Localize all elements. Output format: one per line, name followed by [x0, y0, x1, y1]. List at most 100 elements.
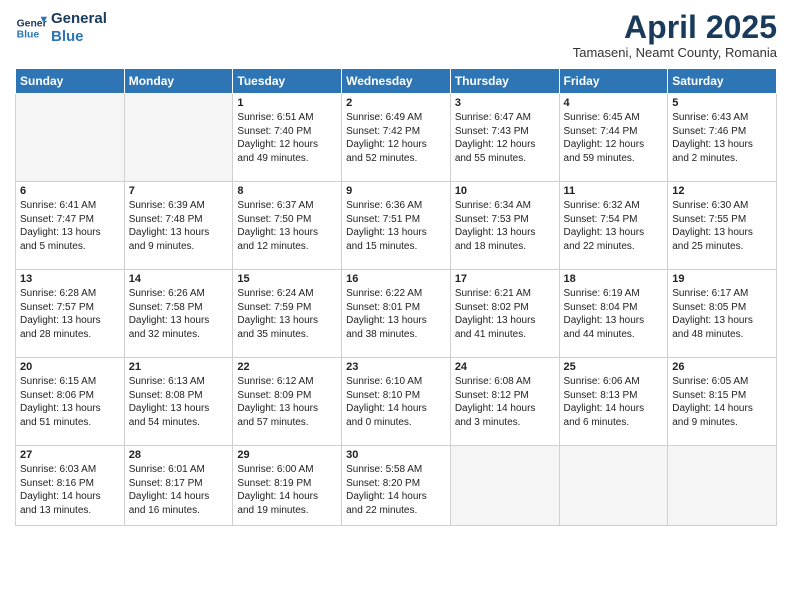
- logo-general: General: [51, 10, 107, 28]
- day-detail: Sunrise: 6:32 AMSunset: 7:54 PMDaylight:…: [564, 199, 664, 253]
- calendar-cell: [16, 94, 125, 182]
- calendar-table: SundayMondayTuesdayWednesdayThursdayFrid…: [15, 68, 777, 526]
- calendar-cell: 29Sunrise: 6:00 AMSunset: 8:19 PMDayligh…: [233, 446, 342, 526]
- day-detail: Sunrise: 6:47 AMSunset: 7:43 PMDaylight:…: [455, 111, 555, 165]
- weekday-header: Sunday: [16, 69, 125, 94]
- day-number: 19: [672, 273, 772, 285]
- day-detail: Sunrise: 6:22 AMSunset: 8:01 PMDaylight:…: [346, 287, 446, 341]
- day-number: 21: [129, 361, 229, 373]
- title-block: April 2025 Tamaseni, Neamt County, Roman…: [573, 10, 777, 60]
- calendar-cell: 3 Sunrise: 6:47 AMSunset: 7:43 PMDaylight…: [450, 94, 559, 182]
- calendar-cell: 16 Sunrise: 6:22 AMSunset: 8:01 PMDayligh…: [342, 270, 451, 358]
- day-detail: Sunrise: 6:08 AMSunset: 8:12 PMDaylight:…: [455, 375, 555, 429]
- calendar-cell: 9 Sunrise: 6:36 AMSunset: 7:51 PMDaylight…: [342, 182, 451, 270]
- day-detail: Sunrise: 6:36 AMSunset: 7:51 PMDaylight:…: [346, 199, 446, 253]
- weekday-header: Saturday: [668, 69, 777, 94]
- weekday-header: Thursday: [450, 69, 559, 94]
- day-number: 16: [346, 273, 446, 285]
- day-detail: Sunrise: 6:06 AMSunset: 8:13 PMDaylight:…: [564, 375, 664, 429]
- day-number: 3: [455, 97, 555, 109]
- day-detail: Sunrise: 6:17 AMSunset: 8:05 PMDaylight:…: [672, 287, 772, 341]
- day-number: 13: [20, 273, 120, 285]
- calendar-cell: 28Sunrise: 6:01 AMSunset: 8:17 PMDayligh…: [124, 446, 233, 526]
- day-number: 14: [129, 273, 229, 285]
- day-detail: Sunrise: 6:34 AMSunset: 7:53 PMDaylight:…: [455, 199, 555, 253]
- day-detail: Sunrise: 6:19 AMSunset: 8:04 PMDaylight:…: [564, 287, 664, 341]
- weekday-header: Wednesday: [342, 69, 451, 94]
- day-detail: Sunrise: 6:51 AMSunset: 7:40 PMDaylight:…: [237, 111, 337, 165]
- calendar-cell: 8Sunrise: 6:37 AMSunset: 7:50 PMDaylight…: [233, 182, 342, 270]
- calendar-cell: 15Sunrise: 6:24 AMSunset: 7:59 PMDayligh…: [233, 270, 342, 358]
- day-number: 22: [237, 361, 337, 373]
- calendar-cell: 24 Sunrise: 6:08 AMSunset: 8:12 PMDayligh…: [450, 358, 559, 446]
- calendar-cell: [559, 446, 668, 526]
- calendar-cell: 7Sunrise: 6:39 AMSunset: 7:48 PMDaylight…: [124, 182, 233, 270]
- calendar-cell: 22 Sunrise: 6:12 AMSunset: 8:09 PMDayligh…: [233, 358, 342, 446]
- day-number: 30: [346, 449, 446, 461]
- logo: General Blue General Blue: [15, 10, 107, 46]
- day-number: 28: [129, 449, 229, 461]
- day-number: 2: [346, 97, 446, 109]
- svg-text:Blue: Blue: [17, 30, 40, 41]
- day-detail: Sunrise: 6:30 AMSunset: 7:55 PMDaylight:…: [672, 199, 772, 253]
- calendar-cell: 23Sunrise: 6:10 AMSunset: 8:10 PMDayligh…: [342, 358, 451, 446]
- day-detail: Sunrise: 5:58 AMSunset: 8:20 PMDaylight:…: [346, 463, 446, 517]
- day-number: 1: [237, 97, 337, 109]
- calendar-cell: 21 Sunrise: 6:13 AMSunset: 8:08 PMDayligh…: [124, 358, 233, 446]
- day-number: 26: [672, 361, 772, 373]
- weekday-header: Friday: [559, 69, 668, 94]
- day-detail: Sunrise: 6:21 AMSunset: 8:02 PMDaylight:…: [455, 287, 555, 341]
- weekday-header: Tuesday: [233, 69, 342, 94]
- calendar-cell: [668, 446, 777, 526]
- day-detail: Sunrise: 6:00 AMSunset: 8:19 PMDaylight:…: [237, 463, 337, 517]
- day-number: 11: [564, 185, 664, 197]
- day-number: 9: [346, 185, 446, 197]
- day-number: 6: [20, 185, 120, 197]
- day-detail: Sunrise: 6:13 AMSunset: 8:08 PMDaylight:…: [129, 375, 229, 429]
- calendar-cell: 19 Sunrise: 6:17 AMSunset: 8:05 PMDayligh…: [668, 270, 777, 358]
- month-title: April 2025: [573, 10, 777, 45]
- weekday-header: Monday: [124, 69, 233, 94]
- logo-icon: General Blue: [15, 12, 47, 44]
- calendar-cell: 11 Sunrise: 6:32 AMSunset: 7:54 PMDayligh…: [559, 182, 668, 270]
- calendar-cell: 14Sunrise: 6:26 AMSunset: 7:58 PMDayligh…: [124, 270, 233, 358]
- calendar-cell: 4 Sunrise: 6:45 AMSunset: 7:44 PMDaylight…: [559, 94, 668, 182]
- calendar-cell: 1 Sunrise: 6:51 AMSunset: 7:40 PMDaylight…: [233, 94, 342, 182]
- day-number: 4: [564, 97, 664, 109]
- day-number: 10: [455, 185, 555, 197]
- calendar-cell: 6Sunrise: 6:41 AMSunset: 7:47 PMDaylight…: [16, 182, 125, 270]
- day-number: 25: [564, 361, 664, 373]
- day-detail: Sunrise: 6:03 AMSunset: 8:16 PMDaylight:…: [20, 463, 120, 517]
- calendar-cell: 18 Sunrise: 6:19 AMSunset: 8:04 PMDayligh…: [559, 270, 668, 358]
- day-detail: Sunrise: 6:10 AMSunset: 8:10 PMDaylight:…: [346, 375, 446, 429]
- day-number: 18: [564, 273, 664, 285]
- day-detail: Sunrise: 6:45 AMSunset: 7:44 PMDaylight:…: [564, 111, 664, 165]
- day-number: 24: [455, 361, 555, 373]
- calendar-cell: 26Sunrise: 6:05 AMSunset: 8:15 PMDayligh…: [668, 358, 777, 446]
- day-number: 27: [20, 449, 120, 461]
- calendar-cell: 27 Sunrise: 6:03 AMSunset: 8:16 PMDayligh…: [16, 446, 125, 526]
- day-detail: Sunrise: 6:39 AMSunset: 7:48 PMDaylight:…: [129, 199, 229, 253]
- header: General Blue General Blue April 2025 Tam…: [15, 10, 777, 60]
- calendar-cell: 2 Sunrise: 6:49 AMSunset: 7:42 PMDaylight…: [342, 94, 451, 182]
- calendar-cell: 5 Sunrise: 6:43 AMSunset: 7:46 PMDaylight…: [668, 94, 777, 182]
- day-detail: Sunrise: 6:24 AMSunset: 7:59 PMDaylight:…: [237, 287, 337, 341]
- day-number: 8: [237, 185, 337, 197]
- calendar-cell: 10 Sunrise: 6:34 AMSunset: 7:53 PMDayligh…: [450, 182, 559, 270]
- day-number: 5: [672, 97, 772, 109]
- day-detail: Sunrise: 6:28 AMSunset: 7:57 PMDaylight:…: [20, 287, 120, 341]
- logo-blue: Blue: [51, 28, 107, 46]
- day-number: 12: [672, 185, 772, 197]
- calendar-cell: 13 Sunrise: 6:28 AMSunset: 7:57 PMDayligh…: [16, 270, 125, 358]
- calendar-cell: 20Sunrise: 6:15 AMSunset: 8:06 PMDayligh…: [16, 358, 125, 446]
- day-detail: Sunrise: 6:49 AMSunset: 7:42 PMDaylight:…: [346, 111, 446, 165]
- calendar-cell: [450, 446, 559, 526]
- calendar-cell: 25 Sunrise: 6:06 AMSunset: 8:13 PMDayligh…: [559, 358, 668, 446]
- subtitle: Tamaseni, Neamt County, Romania: [573, 45, 777, 60]
- day-detail: Sunrise: 6:43 AMSunset: 7:46 PMDaylight:…: [672, 111, 772, 165]
- calendar-cell: [124, 94, 233, 182]
- day-detail: Sunrise: 6:15 AMSunset: 8:06 PMDaylight:…: [20, 375, 120, 429]
- calendar-cell: 30 Sunrise: 5:58 AMSunset: 8:20 PMDayligh…: [342, 446, 451, 526]
- calendar-cell: 17Sunrise: 6:21 AMSunset: 8:02 PMDayligh…: [450, 270, 559, 358]
- day-detail: Sunrise: 6:12 AMSunset: 8:09 PMDaylight:…: [237, 375, 337, 429]
